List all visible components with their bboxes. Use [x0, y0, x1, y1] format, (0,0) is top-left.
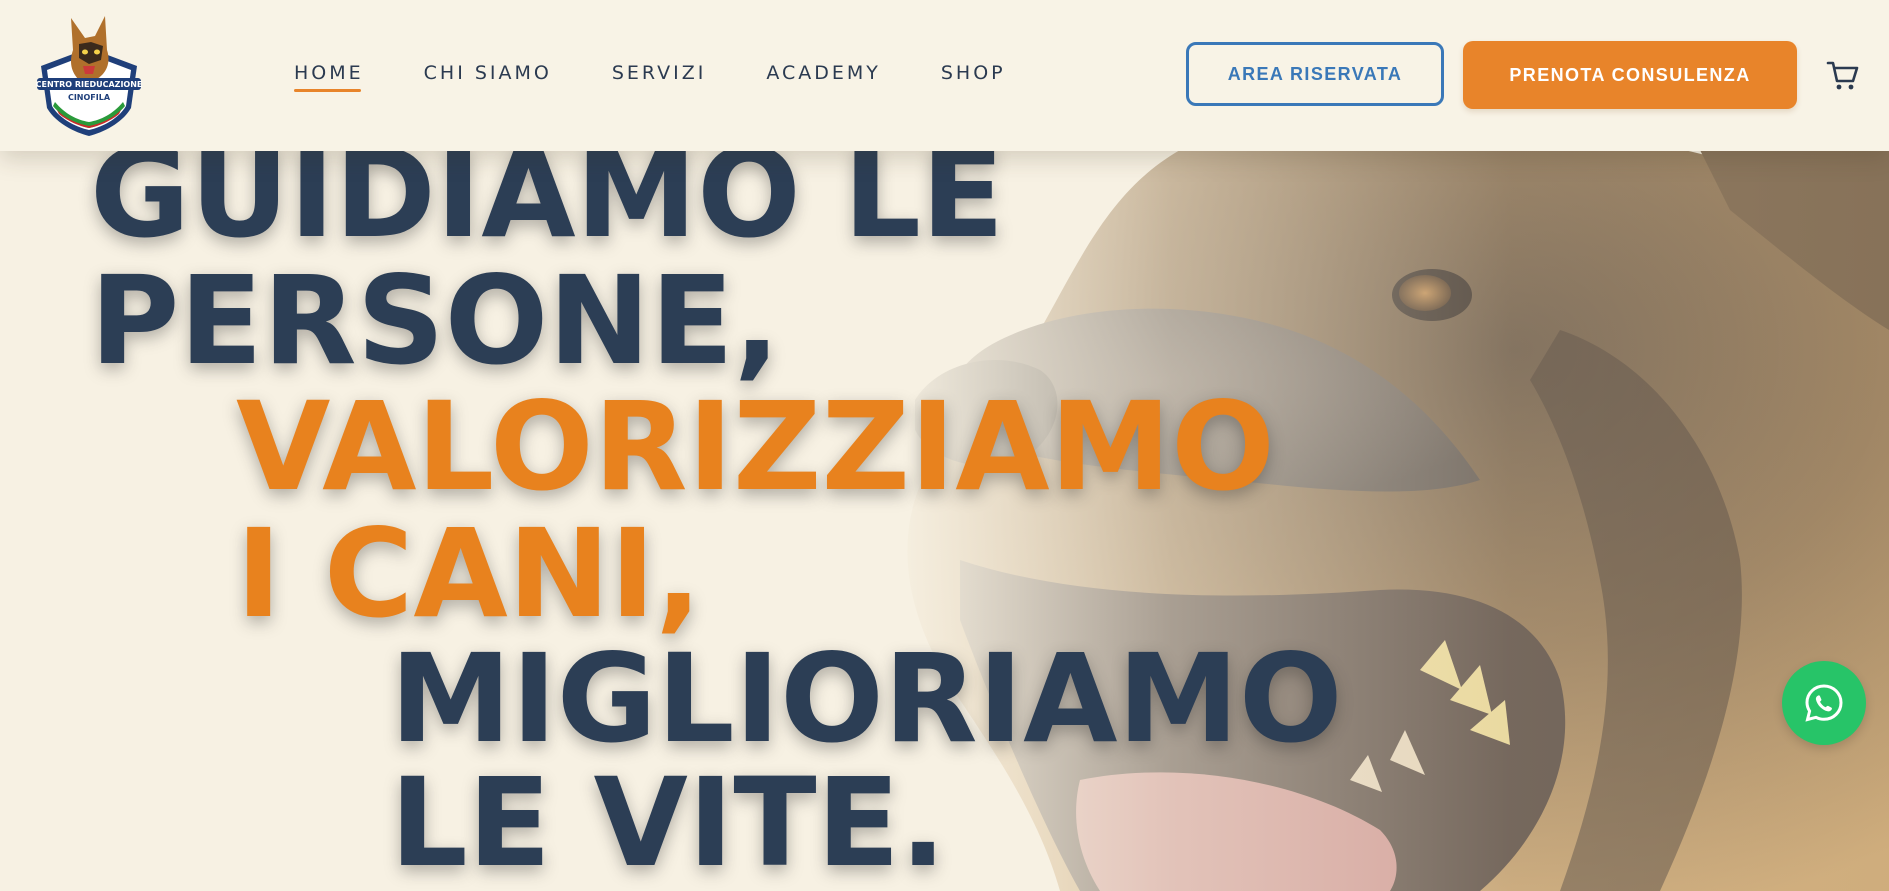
main-navigation: HOME CHI SIAMO SERVIZI ACADEMY SHOP — [294, 62, 1066, 92]
area-riservata-button[interactable]: AREA RISERVATA — [1186, 42, 1444, 106]
nav-shop[interactable]: SHOP — [941, 62, 1006, 90]
whatsapp-button[interactable] — [1782, 661, 1866, 745]
svg-text:CINOFILA: CINOFILA — [68, 93, 111, 102]
nav-servizi[interactable]: SERVIZI — [612, 62, 706, 90]
headline-line-1: GUIDIAMO LE — [90, 123, 1005, 265]
headline-line-6: LE VITE. — [390, 752, 947, 891]
german-shepherd-shield-logo[interactable]: CENTRO RIEDUCAZIONE CINOFILA — [33, 14, 145, 136]
nav-home[interactable]: HOME — [294, 62, 364, 92]
headline-line-2: PERSONE, — [90, 250, 781, 392]
headline-line-3: VALORIZZIAMO — [236, 376, 1275, 518]
headline-line-4: I CANI, — [236, 503, 702, 645]
nav-chi-siamo[interactable]: CHI SIAMO — [424, 62, 552, 90]
top-navbar: CENTRO RIEDUCAZIONE CINOFILA HOME CHI SI… — [0, 0, 1889, 151]
whatsapp-icon — [1805, 684, 1843, 722]
shopping-cart-icon[interactable] — [1826, 58, 1860, 92]
headline-line-5: MIGLIORIAMO — [390, 628, 1343, 770]
nav-academy[interactable]: ACADEMY — [766, 62, 881, 90]
svg-text:CENTRO RIEDUCAZIONE: CENTRO RIEDUCAZIONE — [36, 80, 143, 89]
prenota-consulenza-button[interactable]: PRENOTA CONSULENZA — [1463, 41, 1797, 109]
